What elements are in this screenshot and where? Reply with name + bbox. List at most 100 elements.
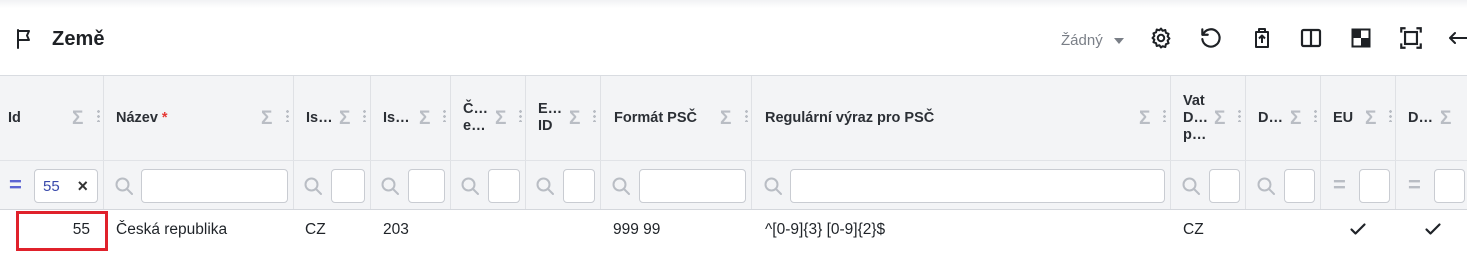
d2-filter-input[interactable] xyxy=(1434,169,1465,203)
column-label: E… ID xyxy=(538,101,563,134)
cell-iso-num[interactable]: 203 xyxy=(383,210,409,250)
preset-value: Žádný xyxy=(1061,32,1103,49)
sum-icon[interactable]: Σ xyxy=(261,109,272,129)
column-menu-icon[interactable] xyxy=(363,109,366,122)
iso3-filter-input[interactable] xyxy=(408,169,445,203)
filter-cell-d1 xyxy=(1246,161,1321,209)
required-mark: * xyxy=(161,109,168,126)
filter-cell-iso2 xyxy=(294,161,371,209)
sum-icon[interactable]: Σ xyxy=(569,109,580,129)
sum-icon[interactable]: Σ xyxy=(1440,109,1451,129)
eid-filter-input[interactable] xyxy=(563,169,595,203)
filter-cell-eu: = xyxy=(1321,161,1396,209)
filter-cell-cislo xyxy=(451,161,526,209)
sum-icon[interactable]: Σ xyxy=(339,109,350,129)
column-header-iso3[interactable]: Is… Σ xyxy=(371,76,451,160)
column-menu-icon[interactable] xyxy=(593,109,596,122)
filter-cell-iso3 xyxy=(371,161,451,209)
id-filter-input[interactable]: 55 × xyxy=(34,169,98,203)
layout-button[interactable] xyxy=(1348,27,1374,53)
column-menu-icon[interactable] xyxy=(1163,109,1166,122)
cell-iso2[interactable]: CZ xyxy=(305,210,326,250)
column-header-vat[interactable]: Vat D… p… Σ xyxy=(1171,76,1246,160)
search-icon xyxy=(611,176,631,201)
cell-postal-format[interactable]: 999 99 xyxy=(613,210,660,250)
reset-button[interactable] xyxy=(1198,27,1224,53)
filter-cell-regex-psc xyxy=(752,161,1171,209)
cell-postal-regex[interactable]: ^[0-9]{3} [0-9]{2}$ xyxy=(765,210,885,250)
column-label: Regulární výraz pro PSČ xyxy=(765,109,935,126)
cell-id[interactable]: 55 xyxy=(0,210,104,250)
equals-operator[interactable]: = xyxy=(1333,174,1346,196)
reset-icon xyxy=(1198,25,1224,56)
sum-icon[interactable]: Σ xyxy=(419,109,430,129)
column-header-format-psc[interactable]: Formát PSČ Σ xyxy=(601,76,752,160)
sum-icon[interactable]: Σ xyxy=(720,109,731,129)
column-menu-icon[interactable] xyxy=(443,109,446,122)
search-icon xyxy=(114,176,134,201)
cell-vat[interactable]: CZ xyxy=(1183,210,1204,250)
data-grid: Id Σ Název * Σ Is… Σ Is… Σ Č… e… Σ E… ID… xyxy=(0,75,1467,253)
sum-icon[interactable]: Σ xyxy=(1214,109,1225,129)
search-icon xyxy=(763,176,783,201)
expand-icon xyxy=(1448,26,1467,55)
column-header-regex-psc[interactable]: Regulární výraz pro PSČ Σ xyxy=(752,76,1171,160)
fullscreen-button[interactable] xyxy=(1398,26,1424,53)
sum-icon[interactable]: Σ xyxy=(495,109,506,129)
cell-name[interactable]: Česká republika xyxy=(116,210,227,250)
eu-filter-input[interactable] xyxy=(1359,169,1390,203)
sum-icon[interactable]: Σ xyxy=(1365,109,1376,129)
expand-button[interactable] xyxy=(1446,27,1467,53)
column-header-cislo[interactable]: Č… e… Σ xyxy=(451,76,526,160)
columns-icon xyxy=(1299,26,1323,55)
sum-icon[interactable]: Σ xyxy=(1139,109,1150,129)
column-label: EU xyxy=(1333,109,1354,126)
settings-icon xyxy=(1149,26,1173,55)
columns-button[interactable] xyxy=(1298,27,1324,53)
column-header-eu[interactable]: EU Σ xyxy=(1321,76,1396,160)
equals-operator[interactable]: = xyxy=(9,174,22,196)
column-menu-icon[interactable] xyxy=(1238,109,1241,122)
equals-operator[interactable]: = xyxy=(1408,174,1421,196)
filter-cell-d2: = xyxy=(1396,161,1467,209)
search-icon xyxy=(1256,176,1276,201)
column-header-eid[interactable]: E… ID Σ xyxy=(526,76,601,160)
column-menu-icon[interactable] xyxy=(286,109,289,122)
vat-filter-input[interactable] xyxy=(1209,169,1240,203)
column-label: D… xyxy=(1408,109,1433,126)
table-row[interactable]: 55 Česká republika CZ 203 999 99 ^[0-9]{… xyxy=(0,210,1467,251)
search-icon xyxy=(380,176,400,201)
clear-icon[interactable]: × xyxy=(77,176,88,197)
column-menu-icon[interactable] xyxy=(1389,109,1392,122)
column-label: Is… xyxy=(306,109,333,126)
nazev-filter-input[interactable] xyxy=(141,169,288,203)
check-icon xyxy=(1349,220,1367,243)
sum-icon[interactable]: Σ xyxy=(1290,109,1301,129)
cislo-filter-input[interactable] xyxy=(488,169,520,203)
column-header-id[interactable]: Id Σ xyxy=(0,76,104,160)
column-label: Formát PSČ xyxy=(614,109,697,126)
chevron-down-icon xyxy=(1113,37,1124,44)
column-label: D… xyxy=(1258,109,1283,126)
search-icon xyxy=(460,176,480,201)
preset-select[interactable]: Žádný xyxy=(1061,32,1124,49)
regex-psc-filter-input[interactable] xyxy=(790,169,1165,203)
filter-cell-id: = 55 × xyxy=(0,161,104,209)
title-area: Země xyxy=(14,27,105,51)
grid-toolbar: Země Žádný xyxy=(0,8,1467,74)
column-menu-icon[interactable] xyxy=(745,109,748,122)
column-header-d2[interactable]: D… Σ xyxy=(1396,76,1467,160)
sum-icon[interactable]: Σ xyxy=(72,109,83,129)
column-menu-icon[interactable] xyxy=(97,109,100,122)
settings-button[interactable] xyxy=(1148,27,1174,53)
column-header-iso2[interactable]: Is… Σ xyxy=(294,76,371,160)
column-menu-icon[interactable] xyxy=(519,109,522,122)
header-row: Id Σ Název * Σ Is… Σ Is… Σ Č… e… Σ E… ID… xyxy=(0,75,1467,161)
d1-filter-input[interactable] xyxy=(1284,169,1315,203)
column-header-nazev[interactable]: Název * Σ xyxy=(104,76,294,160)
column-header-d1[interactable]: D… Σ xyxy=(1246,76,1321,160)
iso2-filter-input[interactable] xyxy=(331,169,365,203)
export-button[interactable] xyxy=(1249,27,1275,53)
column-menu-icon[interactable] xyxy=(1314,109,1317,122)
format-psc-filter-input[interactable] xyxy=(639,169,746,203)
